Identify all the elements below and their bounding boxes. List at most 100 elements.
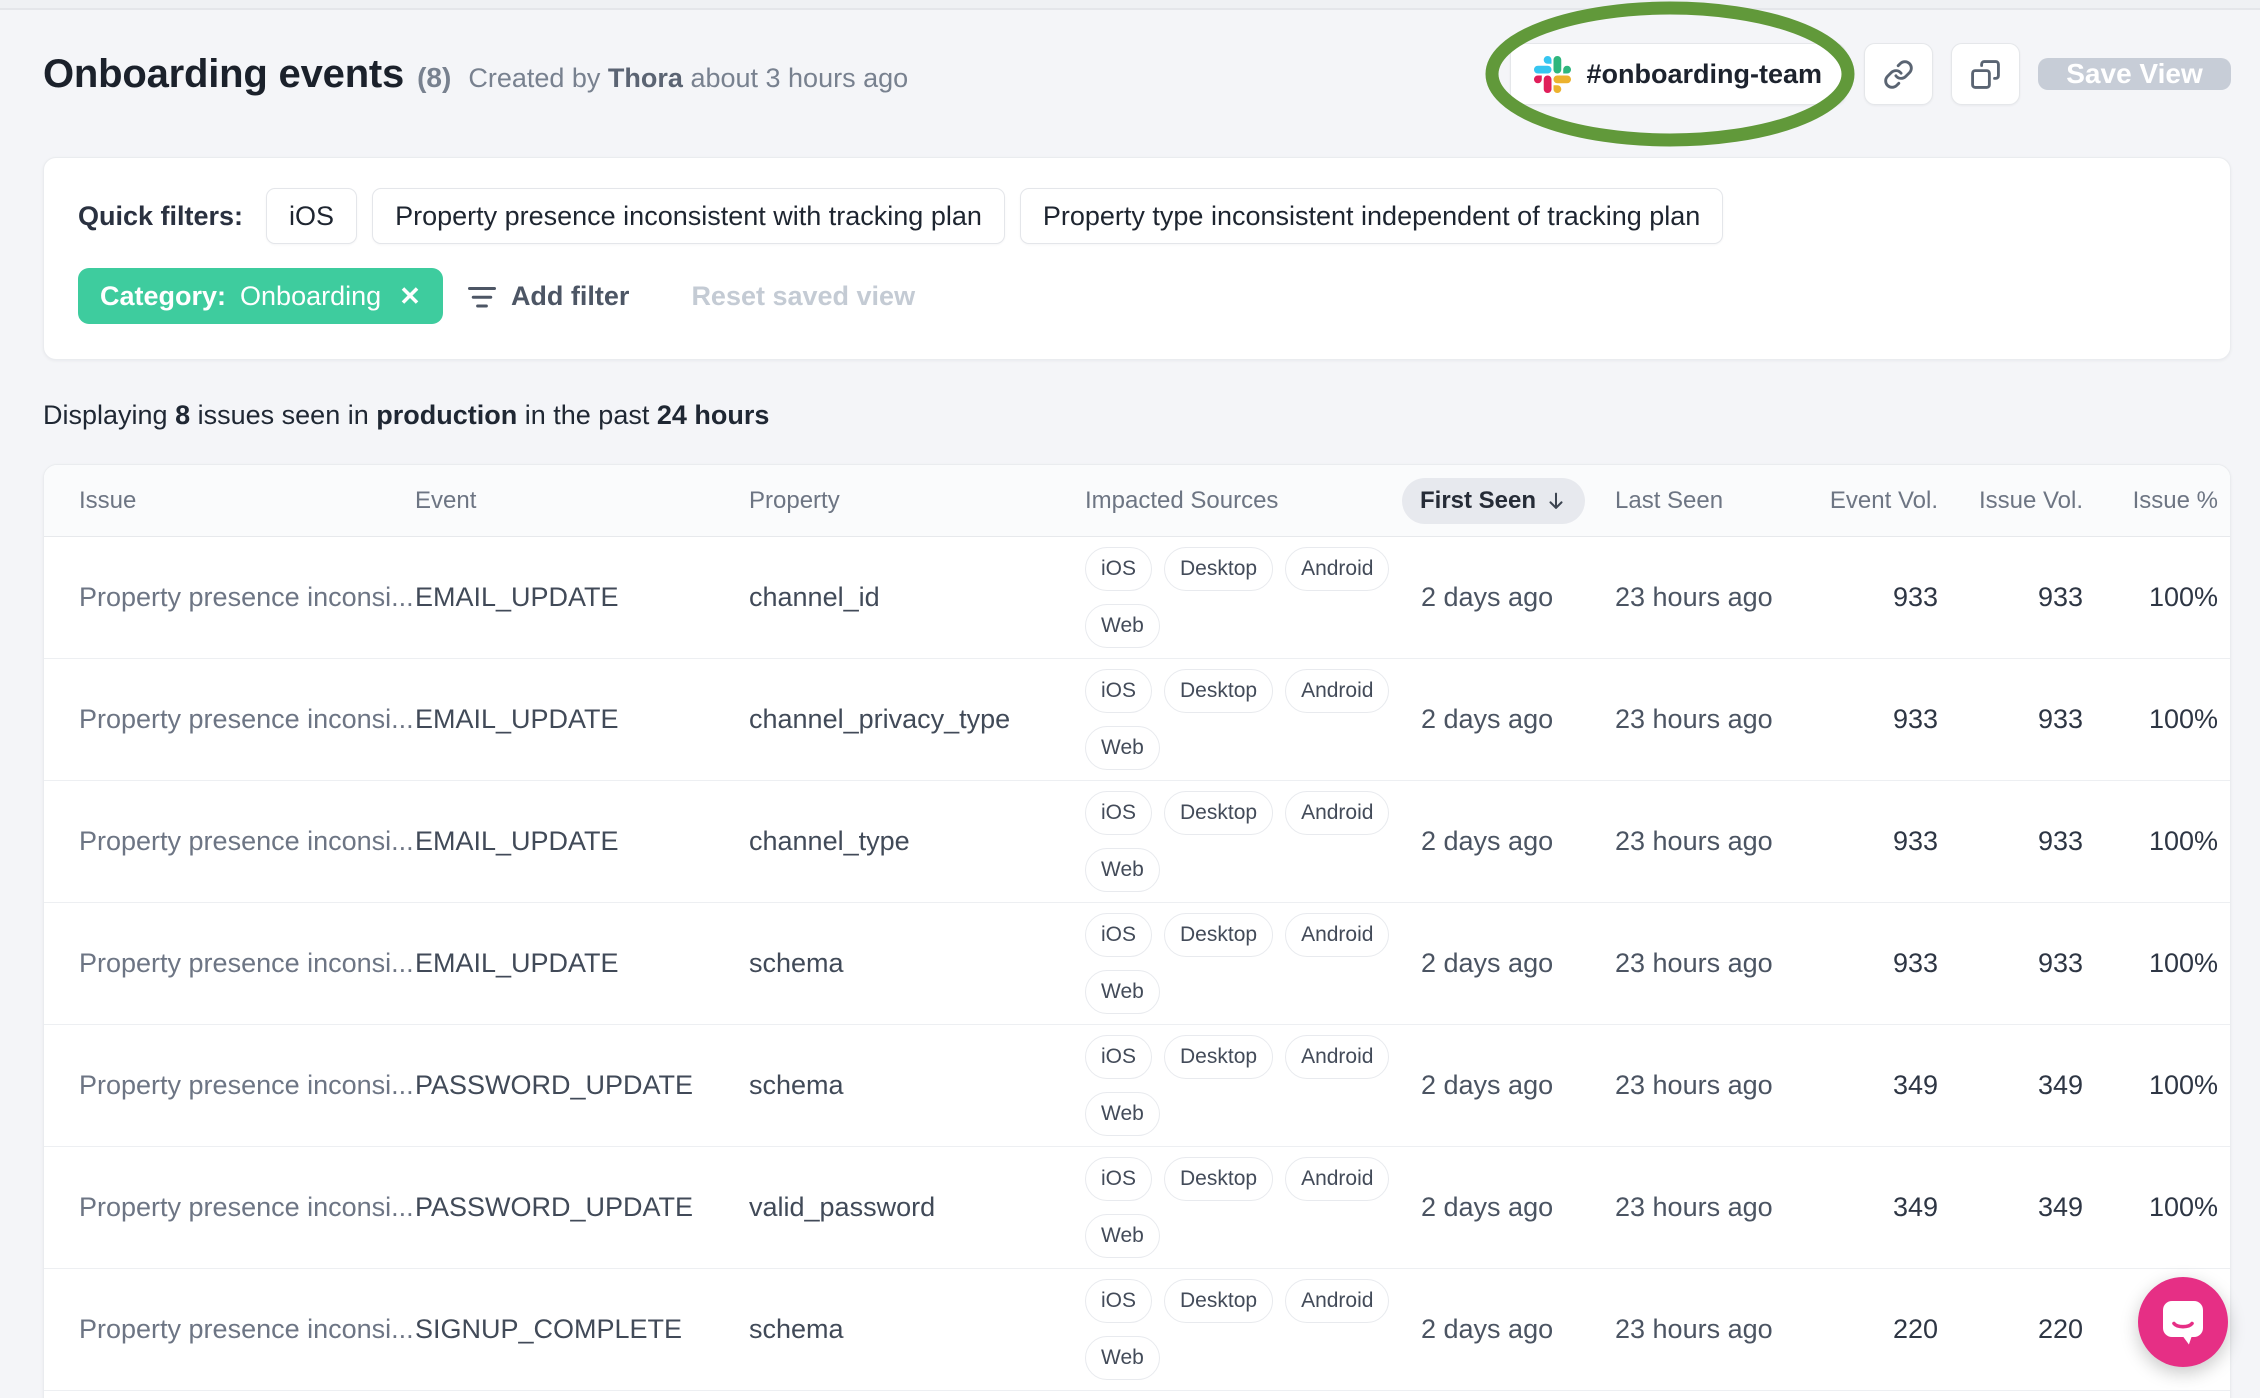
source-pill-web: Web (1085, 604, 1160, 648)
byline-author: Thora (607, 62, 683, 93)
issue-cell: Property presence inconsi... (79, 704, 414, 734)
quick-filter-property-presence[interactable]: Property presence inconsistent with trac… (372, 188, 1005, 244)
table-row[interactable]: Property presence inconsi... EMAIL_UPDAT… (44, 537, 2230, 658)
active-filter-chip[interactable]: Category: Onboarding ✕ (78, 268, 443, 324)
event-cell: PASSWORD_UPDATE (415, 1070, 694, 1100)
column-header-issue-pct[interactable]: Issue % (2083, 487, 2218, 515)
title-group: Onboarding events (8) Created by Thora a… (43, 52, 908, 97)
quick-filter-ios[interactable]: iOS (266, 188, 358, 244)
column-header-event-vol[interactable]: Event Vol. (1793, 487, 1938, 515)
remove-filter-icon[interactable]: ✕ (399, 281, 421, 312)
source-pill-web: Web (1085, 726, 1160, 770)
source-pill-ios: iOS (1085, 669, 1153, 713)
active-filter-label: Category: (100, 280, 227, 311)
first-seen-cell: 2 days ago (1421, 826, 1554, 856)
table-row[interactable]: Property presence inconsi... EMAIL_UPDAT… (44, 658, 2230, 780)
last-seen-cell: 23 hours ago (1615, 1314, 1773, 1344)
page: Onboarding events (8) Created by Thora a… (0, 1, 2260, 1398)
slack-icon (1534, 55, 1572, 93)
reset-saved-view-button[interactable]: Reset saved view (691, 281, 915, 312)
source-pill-ios: iOS (1085, 1035, 1153, 1079)
chat-launcher-button[interactable] (2138, 1277, 2228, 1367)
source-pill-web: Web (1085, 1336, 1160, 1380)
column-header-issue[interactable]: Issue (79, 487, 415, 515)
property-cell: channel_privacy_type (749, 704, 1011, 734)
source-pill-android: Android (1285, 1035, 1390, 1079)
issue-vol-cell: 933 (2037, 582, 2083, 612)
slack-channel-label: #onboarding-team (1586, 58, 1822, 89)
issue-cell: Property presence inconsi... (79, 1314, 414, 1344)
first-seen-cell: 2 days ago (1421, 1314, 1554, 1344)
last-seen-cell: 23 hours ago (1615, 704, 1773, 734)
impacted-sources-cell: iOSDesktopAndroidWeb (1085, 1391, 1396, 1398)
property-cell: schema (749, 1314, 844, 1344)
quick-filters-label: Quick filters: (78, 200, 244, 231)
issue-vol-cell: 349 (2037, 1070, 2083, 1100)
quick-filter-property-type[interactable]: Property type inconsistent independent o… (1019, 188, 1724, 244)
save-view-button[interactable]: Save View (2038, 58, 2231, 90)
issue-pct-cell: 100% (2148, 948, 2218, 978)
issue-cell: Property presence inconsi... (79, 582, 414, 612)
add-filter-button[interactable]: Add filter (467, 280, 630, 312)
source-pill-android: Android (1285, 669, 1390, 713)
column-header-issue-vol[interactable]: Issue Vol. (1938, 487, 2083, 515)
event-vol-cell: 933 (1892, 826, 1938, 856)
filters-panel: Quick filters: iOS Property presence inc… (43, 157, 2231, 360)
source-pill-desktop: Desktop (1164, 669, 1274, 713)
event-cell: EMAIL_UPDATE (415, 704, 619, 734)
table-row[interactable]: Property presence inconsi... PASSWORD_UP… (44, 1146, 2230, 1268)
source-pill-android: Android (1285, 913, 1390, 957)
sort-first-seen-button[interactable]: First Seen (1402, 477, 1586, 524)
issue-pct-cell: 100% (2148, 1192, 2218, 1222)
first-seen-cell: 2 days ago (1421, 1070, 1554, 1100)
column-header-impacted-sources[interactable]: Impacted Sources (1085, 487, 1396, 515)
filter-icon (467, 287, 496, 308)
event-cell: SIGNUP_COMPLETE (415, 1314, 683, 1344)
results-summary: Displaying 8 issues seen in production i… (43, 400, 2231, 431)
source-pill-android: Android (1285, 547, 1390, 591)
impacted-sources-cell: iOSDesktopAndroidWeb (1085, 903, 1396, 1024)
duplicate-view-button[interactable] (1951, 43, 2020, 105)
column-header-last-seen[interactable]: Last Seen (1615, 487, 1793, 515)
byline: Created by Thora about 3 hours ago (468, 63, 908, 94)
issue-pct-cell: 100% (2148, 1070, 2218, 1100)
table-row[interactable]: Property presence inconsi... SIGNUP_COMP… (44, 1268, 2230, 1390)
event-cell: EMAIL_UPDATE (415, 582, 619, 612)
slack-channel-button[interactable]: #onboarding-team (1510, 43, 1846, 105)
source-pill-web: Web (1085, 970, 1160, 1014)
issue-pct-cell: 100% (2148, 704, 2218, 734)
last-seen-cell: 23 hours ago (1615, 948, 1773, 978)
event-vol-cell: 220 (1892, 1314, 1938, 1344)
issue-vol-cell: 933 (2037, 948, 2083, 978)
event-cell: EMAIL_UPDATE (415, 826, 619, 856)
active-filters-row: Category: Onboarding ✕ Add filter Reset … (78, 268, 2196, 324)
chat-bubble-icon (2163, 1301, 2203, 1345)
table-row[interactable]: Property presence inconsi... EMAIL_UPDAT… (44, 902, 2230, 1024)
issue-pct-cell: 100% (2148, 826, 2218, 856)
last-seen-cell: 23 hours ago (1615, 1070, 1773, 1100)
copy-link-button[interactable] (1864, 43, 1933, 105)
summary-environment: production (376, 400, 518, 430)
table-row[interactable]: Property presence inconsi... PASSWORD_UP… (44, 1024, 2230, 1146)
issue-cell: Property presence inconsi... (79, 826, 414, 856)
first-seen-cell: 2 days ago (1421, 948, 1554, 978)
first-seen-cell: 2 days ago (1421, 582, 1554, 612)
source-pill-desktop: Desktop (1164, 547, 1274, 591)
summary-mid1: issues seen in (197, 400, 369, 430)
source-pill-android: Android (1285, 1157, 1390, 1201)
property-cell: schema (749, 948, 844, 978)
table-row[interactable]: Property presence inconsi... EMAIL_UPDAT… (44, 780, 2230, 902)
impacted-sources-cell: iOSDesktopAndroid Web (1085, 659, 1396, 780)
add-filter-label: Add filter (510, 280, 630, 311)
table-row[interactable]: Property presence inconsi... SIGNUP_STAR… (44, 1390, 2230, 1398)
issue-cell: Property presence inconsi... (79, 1070, 414, 1100)
impacted-sources-cell: iOSDesktopAndroidWeb (1085, 1269, 1396, 1390)
impacted-sources-cell: iOSDesktopAndroidWeb (1085, 1025, 1396, 1146)
event-vol-cell: 349 (1892, 1192, 1938, 1222)
quick-filters-row: Quick filters: iOS Property presence inc… (78, 188, 2196, 244)
top-strip (0, 0, 2260, 10)
property-cell: channel_type (749, 826, 910, 856)
column-header-event[interactable]: Event (415, 487, 749, 515)
first-seen-cell: 2 days ago (1421, 704, 1554, 734)
column-header-property[interactable]: Property (749, 487, 1085, 515)
